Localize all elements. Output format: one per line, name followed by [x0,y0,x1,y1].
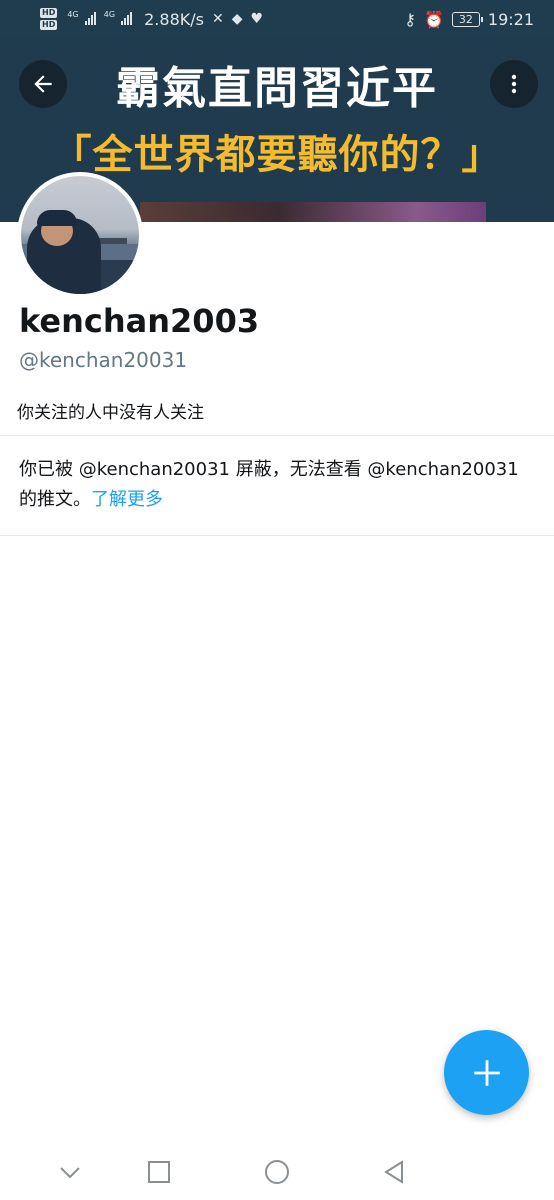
hd-badge: HD [40,20,58,30]
nav-recents-button[interactable] [145,1158,173,1186]
followers-you-know: 你关注的人中没有人关注 [17,403,204,423]
banner-title: 霸氣直問習近平 [116,63,438,114]
signal-2: 4G [103,9,133,29]
hd-badge: HD [40,8,58,18]
nav-back-button[interactable] [380,1158,408,1186]
more-vertical-icon [511,74,517,94]
banner-photo [140,202,486,222]
divider [0,435,554,436]
key-icon: ⚷ [404,9,416,29]
network-type: 4G [103,9,116,19]
back-button[interactable] [19,60,67,108]
square-icon [148,1161,170,1183]
battery-icon: 32 [451,11,483,27]
status-bar-left: HD HD 4G 4G 2.88K/s ✕ ◆ ♥ [40,8,263,30]
circle-icon [265,1160,289,1184]
arrow-left-icon [34,75,52,93]
alarm-icon: ⏰ [423,9,444,29]
heart-icon: ♥ [250,11,264,27]
system-nav-bar [0,1140,554,1200]
network-type: 4G [67,9,79,19]
learn-more-link[interactable]: 了解更多 [91,489,163,510]
clock: 19:21 [487,9,534,29]
blocked-message: 你已被 @kenchan20031 屏蔽，无法查看 @kenchan20031 … [19,455,539,515]
nav-home-button[interactable] [263,1158,291,1186]
app-notification-icon: ◆ [231,11,243,27]
compose-button[interactable] [444,1030,529,1115]
avatar[interactable] [17,172,143,298]
signal-1: 4G [67,9,96,29]
triangle-back-icon [384,1160,403,1184]
app-notification-icon: ✕ [211,11,224,27]
divider [0,535,554,536]
signal-icon [84,11,96,25]
signal-icon [121,11,133,25]
nav-collapse-button[interactable] [56,1158,84,1186]
more-options-button[interactable] [490,60,538,108]
status-bar: HD HD 4G 4G 2.88K/s ✕ ◆ ♥ ⚷ ⏰ 32 19:21 [0,0,554,38]
battery-level: 32 [458,12,473,26]
status-bar-right: ⚷ ⏰ 32 19:21 [404,10,534,29]
hd-indicators: HD HD [40,8,58,30]
avatar-cap [37,210,77,226]
profile-display-name: kenchan2003 [19,302,260,340]
plus-icon [473,1059,500,1086]
network-speed: 2.88K/s [144,9,204,29]
chevron-down-icon [60,1167,80,1179]
profile-handle: @kenchan20031 [19,348,188,372]
